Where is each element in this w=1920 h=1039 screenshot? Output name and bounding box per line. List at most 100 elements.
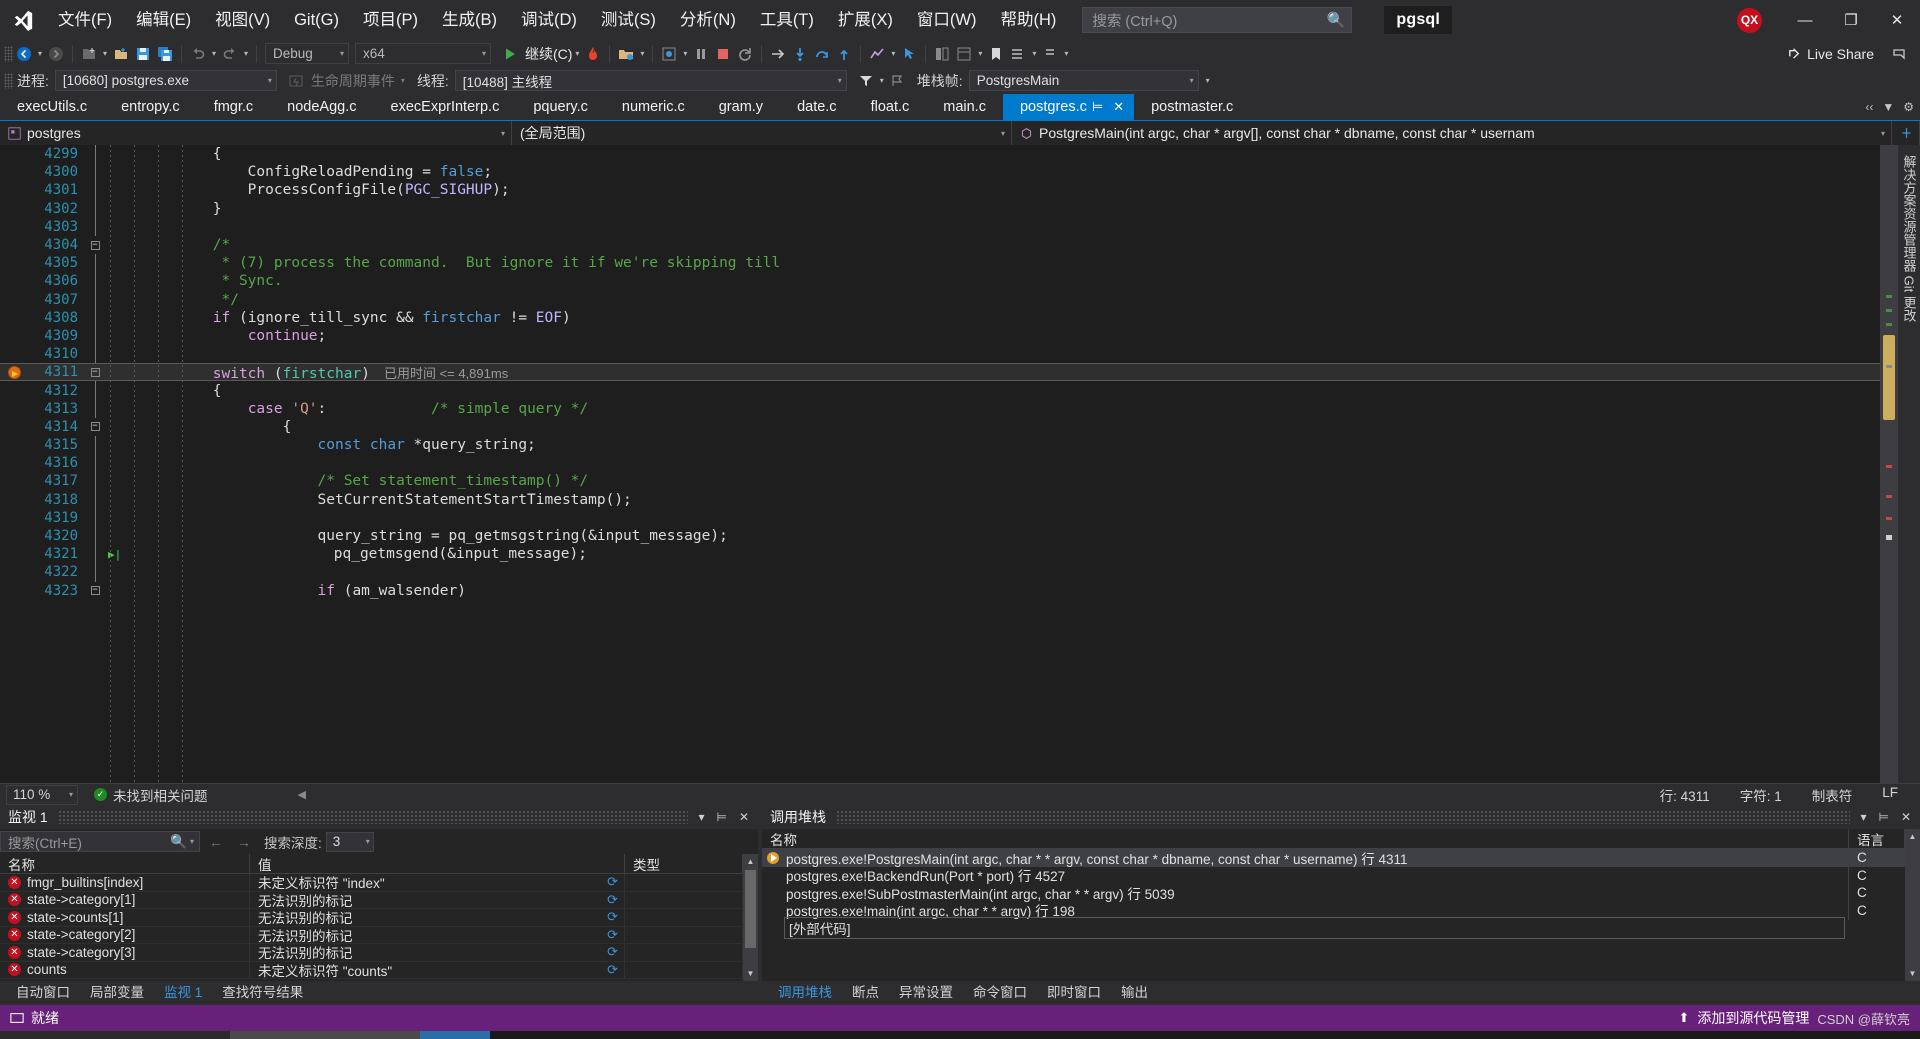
code-line[interactable]: 4303 [0,217,1880,236]
code-line[interactable]: 4316 [0,454,1880,473]
split-editor-icon[interactable] [1892,121,1920,145]
call-stack-grid-body[interactable]: postgres.exe!PostgresMain(int argc, char… [762,849,1905,981]
solution-explorer-icon[interactable] [953,42,975,65]
pin-panel-icon[interactable]: ⊨ [1878,810,1888,824]
pause-debug-icon[interactable] [690,42,712,65]
step-into-icon[interactable] [789,42,811,65]
call-stack-col-language[interactable]: 语言 [1849,829,1905,848]
refresh-icon[interactable]: ⟳ [607,927,624,943]
watch-value-cell[interactable]: 无法识别的标记 ⟳ [250,944,625,961]
tab-entropy-c[interactable]: entropy.c [104,94,197,120]
refresh-icon[interactable]: ⟳ [607,874,624,890]
scroll-down-icon[interactable]: ▼ [743,966,758,981]
code-line[interactable]: 4320 query_string = pq_getmsgstring(&inp… [0,526,1880,546]
watch-value-cell[interactable]: 无法识别的标记 ⟳ [250,891,625,908]
expand-dropdown-icon[interactable]: ▾ [1029,49,1039,58]
breakpoints-dropdown-icon[interactable]: ▾ [680,49,690,58]
watch-name-cell[interactable]: ✕ counts [0,961,250,978]
collapse-all-icon[interactable] [1039,42,1061,65]
user-avatar[interactable]: QX [1737,7,1762,33]
process-combo[interactable]: [10680] postgres.exe ▾ [54,70,277,91]
scroll-down-icon[interactable]: ▼ [1905,966,1920,981]
tab-breakpoints[interactable]: 断点 [842,981,889,1005]
tab-call-stack[interactable]: 调用堆栈 [768,981,842,1006]
call-stack-row[interactable]: postgres.exe!PostgresMain(int argc, char… [762,849,1905,868]
tab-postgres-c[interactable]: postgres.c ⊨ ✕ [1002,94,1135,120]
watch-row[interactable]: ✕ state->category[3] 无法识别的标记 ⟳ [0,944,743,962]
watch-value-cell[interactable]: 无法识别的标记 ⟳ [250,909,625,926]
menu-help[interactable]: 帮助(H) [988,0,1068,40]
watch-value-cell[interactable]: 无法识别的标记 ⟳ [250,926,625,943]
call-stack-row[interactable]: [外部代码] [762,916,1905,939]
watch-value-cell[interactable]: 未定义标识符 "counts" ⟳ [250,961,625,978]
watch-grid-body[interactable]: ✕ fmgr_builtins[index] 未定义标识符 "index" ⟳ ✕ sta… [0,874,743,981]
tab-nodeAgg-c[interactable]: nodeAgg.c [270,94,374,120]
save-all-icon[interactable] [154,42,176,65]
panel-drag-area[interactable] [57,810,689,824]
project-selector[interactable]: postgres ▾ [0,121,512,145]
feedback-icon[interactable] [1888,42,1910,65]
stop-debug-icon[interactable] [712,42,734,65]
side-rail-label[interactable]: 解决方案资源管理器 Git 更改 [1900,155,1919,322]
save-icon[interactable] [132,42,154,65]
tab-gram-y[interactable]: gram.y [701,94,781,120]
tab-list-dropdown-icon[interactable]: ▼ [1882,100,1894,114]
lifecycle-events-icon[interactable] [285,69,307,92]
code-line[interactable]: 4305 * (7) process the command. But igno… [0,254,1880,273]
menu-build[interactable]: 生成(B) [430,0,509,40]
tab-immediate-window[interactable]: 即时窗口 [1037,981,1111,1005]
code-line[interactable]: 4314− { [0,418,1880,436]
collapse-region-icon[interactable]: − [84,240,106,250]
code-line[interactable]: 4323− if (am_walsender) [0,582,1880,600]
watch-type-cell[interactable] [625,891,743,908]
search-prev-icon[interactable]: ← [204,834,228,850]
tab-output[interactable]: 输出 [1111,981,1158,1005]
menu-test[interactable]: 测试(S) [589,0,668,40]
scroll-up-icon[interactable]: ▲ [1905,829,1920,844]
code-line[interactable]: 4311− switch (firstchar) 已用时间 <= 4,891ms [0,363,1880,382]
watch-type-cell[interactable] [625,909,743,926]
tab-locals[interactable]: 局部变量 [80,981,154,1005]
attach-to-process-icon[interactable] [615,42,637,65]
scroll-up-icon[interactable]: ▲ [743,854,758,869]
menu-file[interactable]: 文件(F) [46,0,124,40]
navigate-back-icon[interactable] [13,42,35,65]
search-options-dropdown-icon[interactable]: ▾ [187,837,197,846]
pointer-select-icon[interactable] [898,42,920,65]
menu-edit[interactable]: 编辑(E) [124,0,203,40]
breakpoint-icon[interactable] [0,365,28,379]
scrollbar-thumb[interactable] [745,870,756,948]
menu-extensions[interactable]: 扩展(X) [826,0,905,40]
watch-name-cell[interactable]: ✕ state->counts[1] [0,909,250,926]
tab-pquery-c[interactable]: pquery.c [516,94,605,120]
collapse-region-icon[interactable]: − [84,422,106,432]
tab-settings-icon[interactable]: ⚙ [1903,100,1914,114]
panel-dropdown-icon[interactable]: ▾ [698,810,704,824]
step-over-icon[interactable] [811,42,833,65]
maximize-button[interactable]: ❐ [1828,0,1874,40]
tab-execExprInterp-c[interactable]: execExprInterp.c [373,94,517,120]
watch-value-cell[interactable]: 未定义标识符 "index" ⟳ [250,874,625,891]
call-stack-row[interactable]: postgres.exe!BackendRun(Port * port) 行 4… [762,865,1905,886]
debug-toolbar-grip[interactable] [4,72,13,89]
expand-all-icon[interactable] [1007,42,1029,65]
new-project-dropdown-icon[interactable]: ▾ [100,49,110,58]
watch-grid[interactable]: 名称 值 类型 ✕ fmgr_builtins[index] 未定义标识符 "ind… [0,854,743,981]
breakpoints-window-icon[interactable] [658,42,680,65]
code-editor[interactable]: 4299 {4300 ConfigReloadPending = false; 4… [0,145,1880,783]
tab-numeric-c[interactable]: numeric.c [604,94,702,120]
collapse-dropdown-icon[interactable]: ▾ [1061,49,1071,58]
stackframe-combo[interactable]: PostgresMain ▾ [968,70,1199,91]
code-line[interactable]: 4306 * Sync. [0,272,1880,291]
tab-watch-1[interactable]: 监视 1 [154,981,213,1006]
zoom-level-combo[interactable]: 110 % ▾ [6,784,78,805]
menu-window[interactable]: 窗口(W) [905,0,989,40]
tab-scroll-left-icon[interactable]: ‹‹ [1865,100,1873,114]
watch-row[interactable]: ✕ counts 未定义标识符 "counts" ⟳ [0,961,743,979]
menu-git[interactable]: Git(G) [282,0,351,40]
code-line[interactable]: 4317 /* Set statement_timestamp() */ [0,472,1880,491]
code-line[interactable]: 4307 */ [0,290,1880,309]
lifecycle-dropdown-icon[interactable]: ▾ [401,76,413,85]
watch-col-name[interactable]: 名称 [0,854,250,873]
toolbar-grip[interactable] [4,45,13,62]
